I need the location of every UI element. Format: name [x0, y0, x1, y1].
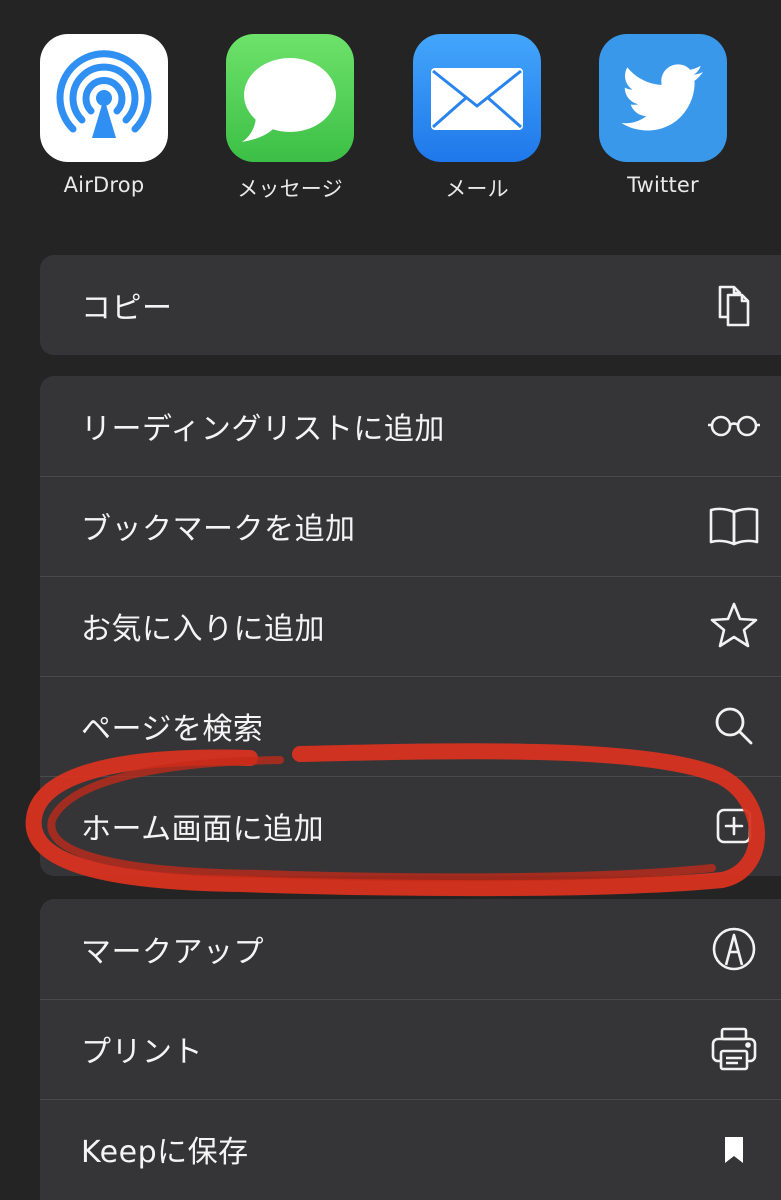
magnifier-icon — [706, 698, 762, 754]
action-favorites[interactable]: お気に入りに追加 — [40, 576, 781, 676]
action-bookmark[interactable]: ブックマークを追加 — [40, 476, 781, 576]
twitter-icon — [599, 34, 727, 162]
action-keep[interactable]: Keepに保存 — [40, 1099, 781, 1199]
book-icon — [706, 498, 762, 554]
copy-icon — [706, 277, 762, 333]
share-target-label: メール — [445, 177, 509, 201]
share-target-airdrop[interactable]: AirDrop — [19, 34, 189, 214]
printer-icon — [706, 1021, 762, 1077]
action-markup[interactable]: マークアップ — [40, 899, 781, 999]
plus-square-icon — [706, 798, 762, 854]
action-label: プリント — [81, 1035, 203, 1070]
action-copy[interactable]: コピー — [40, 255, 781, 355]
action-label: Keepに保存 — [81, 1135, 249, 1170]
action-add-to-home-screen[interactable]: ホーム画面に追加 — [40, 776, 781, 876]
bookmark-flag-icon — [706, 1121, 762, 1177]
share-target-label: AirDrop — [63, 173, 145, 197]
star-icon — [706, 598, 762, 654]
share-target-mail[interactable]: メール — [392, 34, 562, 214]
airdrop-icon — [40, 34, 168, 162]
share-target-twitter[interactable]: Twitter — [578, 34, 748, 214]
action-group-main: リーディングリストに追加 ブックマークを追加 お気に入りに追加 ページを検索 ホ… — [40, 376, 781, 876]
action-group-more: マークアップ プリント Keepに保存 — [40, 899, 781, 1200]
action-find-on-page[interactable]: ページを検索 — [40, 676, 781, 776]
share-targets-row: AirDrop メッセージ メール Twitter — [0, 0, 781, 230]
share-target-messages[interactable]: メッセージ — [205, 34, 375, 214]
action-label: リーディングリストに追加 — [81, 412, 445, 447]
share-target-label: Twitter — [627, 173, 699, 197]
action-group-copy: コピー — [40, 255, 781, 355]
action-label: ホーム画面に追加 — [81, 812, 325, 847]
messages-icon — [226, 34, 354, 162]
share-target-label: メッセージ — [237, 177, 343, 201]
markup-pen-icon — [706, 921, 762, 977]
action-label: ブックマークを追加 — [81, 512, 356, 547]
action-reading-list[interactable]: リーディングリストに追加 — [40, 376, 781, 476]
action-label: コピー — [81, 291, 173, 326]
action-print[interactable]: プリント — [40, 999, 781, 1099]
action-label: マークアップ — [81, 935, 264, 970]
action-label: ページを検索 — [81, 712, 264, 747]
action-label: お気に入りに追加 — [81, 612, 325, 647]
mail-icon — [413, 34, 541, 162]
glasses-icon — [706, 398, 762, 454]
